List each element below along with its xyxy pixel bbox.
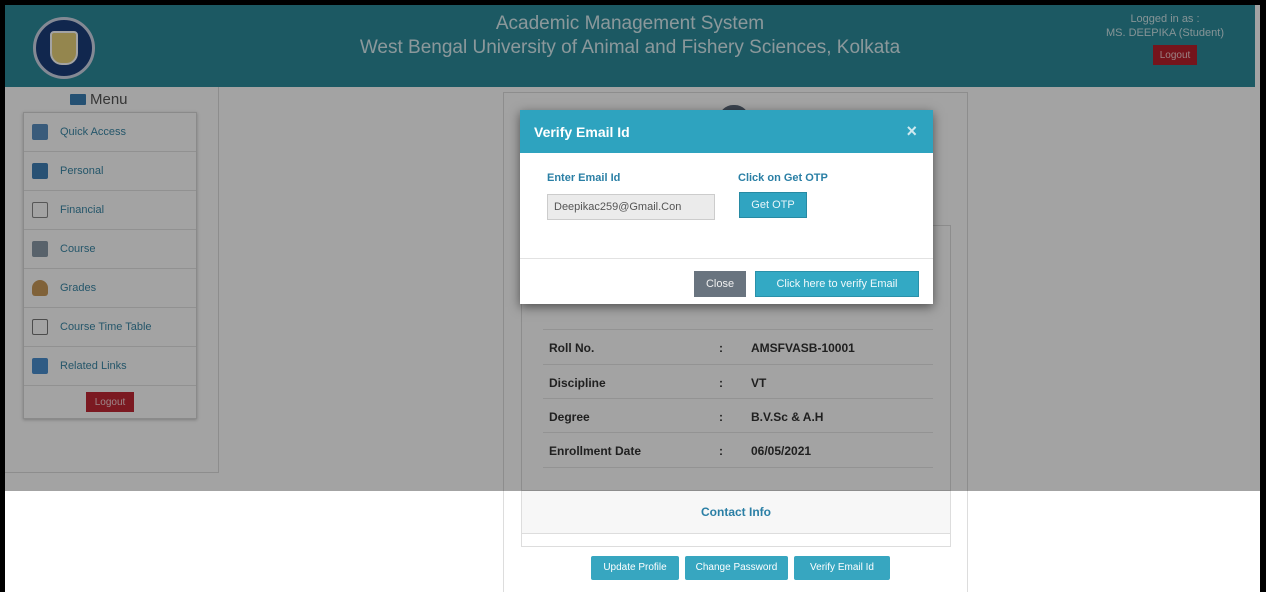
otp-label: Click on Get OTP bbox=[738, 172, 828, 184]
email-label: Enter Email Id bbox=[547, 172, 621, 184]
close-button[interactable]: Close bbox=[694, 271, 746, 297]
modal-title: Verify Email Id bbox=[534, 124, 630, 140]
change-password-button[interactable]: Change Password bbox=[685, 556, 788, 580]
app-window: Academic Management System West Bengal U… bbox=[5, 5, 1260, 592]
verify-email-button[interactable]: Click here to verify Email bbox=[755, 271, 919, 297]
get-otp-button[interactable]: Get OTP bbox=[739, 192, 807, 218]
close-icon[interactable]: × bbox=[900, 120, 923, 143]
update-profile-button[interactable]: Update Profile bbox=[591, 556, 679, 580]
verify-email-id-button[interactable]: Verify Email Id bbox=[794, 556, 890, 580]
verify-email-modal: Verify Email Id × Enter Email Id Click o… bbox=[520, 110, 933, 304]
email-input[interactable] bbox=[547, 194, 715, 220]
contact-info-header[interactable]: Contact Info bbox=[521, 490, 951, 534]
modal-divider bbox=[520, 258, 933, 259]
modal-header: Verify Email Id × bbox=[520, 110, 933, 153]
